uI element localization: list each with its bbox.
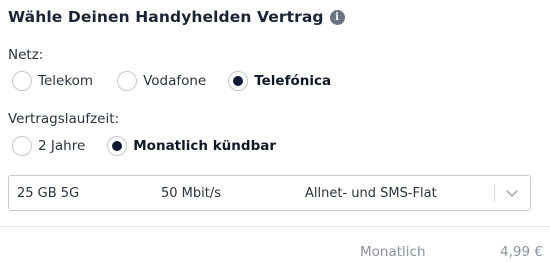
radio-circle[interactable] <box>117 71 138 91</box>
select-divider <box>494 184 495 202</box>
radio-circle[interactable] <box>12 71 32 91</box>
network-label: Netz: <box>8 47 44 63</box>
radio-circle-selected[interactable] <box>107 136 128 156</box>
term-label: Vertragslaufzeit: <box>8 111 120 127</box>
plan-speed: 50 Mbit/s <box>161 186 222 201</box>
info-icon[interactable]: i <box>329 9 345 25</box>
radio-network-vodafone[interactable]: Vodafone <box>117 71 206 91</box>
radio-term-monatlich[interactable]: Monatlich kündbar <box>107 136 276 156</box>
radio-label: Vodafone <box>143 73 207 89</box>
price-period: Monatlich <box>360 244 426 260</box>
radio-label: Telekom <box>38 73 94 89</box>
title-text: Wähle Deinen Handyhelden Vertrag <box>8 8 324 26</box>
radio-dot <box>112 141 123 151</box>
price-value: 4,99 € <box>500 244 543 260</box>
radio-network-telekom[interactable]: Telekom <box>12 71 93 91</box>
radio-circle[interactable] <box>12 136 32 156</box>
radio-circle-selected[interactable] <box>228 71 249 91</box>
radio-label: 2 Jahre <box>38 138 86 154</box>
radio-network-telefonica[interactable]: Telefónica <box>228 71 331 91</box>
plan-flat: Allnet- und SMS-Flat <box>305 186 437 201</box>
radio-label: Monatlich kündbar <box>133 138 276 154</box>
plan-data-volume: 25 GB 5G <box>17 186 80 201</box>
network-radio-group: Telekom Vodafone Telefónica <box>12 71 353 91</box>
plan-select[interactable]: 25 GB 5G 50 Mbit/s Allnet- und SMS-Flat <box>8 175 531 211</box>
radio-label: Telefónica <box>254 73 332 89</box>
contract-configurator: Wähle Deinen Handyhelden Vertrag i Netz:… <box>0 0 550 262</box>
term-radio-group: 2 Jahre Monatlich kündbar <box>12 136 298 156</box>
radio-term-2-jahre[interactable]: 2 Jahre <box>12 136 85 156</box>
page-title: Wähle Deinen Handyhelden Vertrag i <box>8 8 345 26</box>
chevron-down-icon[interactable] <box>504 185 520 201</box>
divider <box>0 226 550 227</box>
radio-dot <box>233 76 244 86</box>
